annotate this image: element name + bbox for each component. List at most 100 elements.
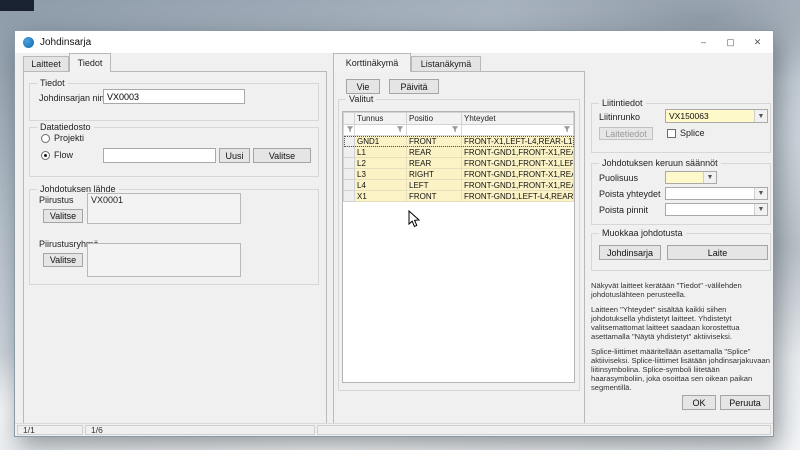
table-cell: FRONT-GND1,FRONT-X1,REAR-... <box>462 147 574 158</box>
filter-icon[interactable] <box>396 125 404 133</box>
info-text: Näkyvät laitteet kerätään "Tiedot" -väli… <box>591 281 772 398</box>
header-indicator-cell <box>344 113 355 125</box>
tab-korttinakyma[interactable]: Korttinäkymä <box>333 53 411 72</box>
drawing-label: Piirustus <box>39 195 74 205</box>
cancel-button[interactable]: Peruuta <box>720 395 770 410</box>
remove-connections-value <box>666 188 754 199</box>
column-header-tunnus[interactable]: Tunnus <box>355 113 407 125</box>
window-controls: – ▢ ✕ <box>690 31 771 53</box>
table-row[interactable]: GND1FRONTFRONT-X1,LEFT-L4,REAR-L1,R... <box>344 136 574 147</box>
table-cell: RIGHT <box>407 169 462 180</box>
table-cell: L4 <box>355 180 407 191</box>
table-row[interactable]: L3RIGHTFRONT-GND1,FRONT-X1,REAR-... <box>344 169 574 180</box>
column-header-positio[interactable]: Positio <box>407 113 462 125</box>
title-bar: Johdinsarja – ▢ ✕ <box>15 31 773 53</box>
drawing-group-value-box[interactable] <box>87 243 241 277</box>
remove-connections-combo[interactable]: ▼ <box>665 187 768 200</box>
table-cell: FRONT-GND1,LEFT-L4,REAR-L1... <box>462 191 574 202</box>
connector-body-value: VX150063 <box>666 110 754 122</box>
table-cell: FRONT-X1,LEFT-L4,REAR-L1,R... <box>462 136 574 147</box>
edit-device-button[interactable]: Laite <box>667 245 768 260</box>
row-indicator <box>344 136 355 147</box>
checkbox-icon <box>667 129 676 138</box>
remove-pins-value <box>666 204 754 215</box>
flow-file-input[interactable] <box>103 148 216 163</box>
table-cell: FRONT-GND1,FRONT-X1,REAR-... <box>462 180 574 191</box>
remove-pins-combo[interactable]: ▼ <box>665 203 768 216</box>
ok-button[interactable]: OK <box>682 395 716 410</box>
polarity-label: Puolisuus <box>599 173 638 183</box>
harness-name-label: Johdinsarjan nimi <box>39 93 109 103</box>
row-indicator <box>344 180 355 191</box>
status-bar: 1/1 1/6 <box>15 423 773 436</box>
filter-icon[interactable] <box>451 125 459 133</box>
table-row[interactable]: L4LEFTFRONT-GND1,FRONT-X1,REAR-... <box>344 180 574 191</box>
radio-projekti[interactable]: Projekti <box>41 133 84 143</box>
select-drawing-group-button[interactable]: Valitse <box>43 253 83 267</box>
chevron-down-icon: ▼ <box>754 110 767 122</box>
datatiedosto-group-title: Datatiedosto <box>37 122 94 132</box>
filter-icon[interactable] <box>563 125 571 133</box>
column-header-yhteydet[interactable]: Yhteydet <box>462 113 574 125</box>
polarity-combo[interactable]: ▼ <box>665 171 717 184</box>
remove-connections-label: Poista yhteydet <box>599 189 661 199</box>
export-button[interactable]: Vie <box>346 79 380 94</box>
device-grid: Tunnus Positio Yhteydet GND1FRONTFRONT-X… <box>342 111 575 383</box>
table-cell: FRONT-GND1,FRONT-X1,REAR-... <box>462 169 574 180</box>
splice-checkbox[interactable]: Splice <box>667 128 705 138</box>
tab-listanakyma[interactable]: Listanäkymä <box>411 56 481 71</box>
status-cell-middle: 1/6 <box>85 425 315 435</box>
chevron-down-icon: ▼ <box>703 172 716 183</box>
table-cell: FRONT-GND1,FRONT-X1,LEFT-... <box>462 158 574 169</box>
chevron-down-icon: ▼ <box>754 204 767 215</box>
filter-row <box>344 125 574 136</box>
refresh-button[interactable]: Päivitä <box>389 79 439 94</box>
connector-group-title: Liitintiedot <box>599 98 646 108</box>
row-indicator <box>344 158 355 169</box>
row-indicator <box>344 147 355 158</box>
device-table-body: GND1FRONTFRONT-X1,LEFT-L4,REAR-L1,R...L1… <box>344 136 574 202</box>
remove-pins-label: Poista pinnit <box>599 205 648 215</box>
table-row[interactable]: L1REARFRONT-GND1,FRONT-X1,REAR-... <box>344 147 574 158</box>
radio-flow[interactable]: Flow <box>41 150 73 160</box>
radio-checked-icon <box>41 151 50 160</box>
close-icon[interactable]: ✕ <box>744 31 771 53</box>
device-info-button[interactable]: Laitetiedot <box>599 127 653 140</box>
filter-icon[interactable] <box>346 125 354 133</box>
connector-body-label: Liitinrunko <box>599 112 640 122</box>
edit-group-title: Muokkaa johdotusta <box>599 228 686 238</box>
connector-body-combo[interactable]: VX150063 ▼ <box>665 109 768 123</box>
table-cell: X1 <box>355 191 407 202</box>
info-paragraph: Näkyvät laitteet kerätään "Tiedot" -väli… <box>591 281 772 299</box>
table-cell: L2 <box>355 158 407 169</box>
table-row[interactable]: L2REARFRONT-GND1,FRONT-X1,LEFT-... <box>344 158 574 169</box>
table-row[interactable]: X1FRONTFRONT-GND1,LEFT-L4,REAR-L1... <box>344 191 574 202</box>
radio-icon <box>41 134 50 143</box>
app-icon <box>23 37 34 48</box>
harness-name-input[interactable] <box>103 89 245 104</box>
tiedot-group-title: Tiedot <box>37 78 68 88</box>
row-indicator <box>344 191 355 202</box>
table-header-row: Tunnus Positio Yhteydet <box>344 113 574 125</box>
table-cell: REAR <box>407 158 462 169</box>
chevron-down-icon: ▼ <box>754 188 767 199</box>
table-cell: REAR <box>407 147 462 158</box>
select-file-button[interactable]: Valitse <box>253 148 311 163</box>
radio-flow-label: Flow <box>54 150 73 160</box>
status-cell-left: 1/1 <box>17 425 83 435</box>
polarity-value <box>666 172 703 183</box>
maximize-icon[interactable]: ▢ <box>717 31 744 53</box>
rules-group-title: Johdotuksen keruun säännöt <box>599 158 721 168</box>
tab-tiedot[interactable]: Tiedot <box>69 53 111 72</box>
table-cell: FRONT <box>407 136 462 147</box>
info-paragraph: Laitteen "Yhteydet" sisältää kaikki siih… <box>591 305 772 341</box>
table-cell: FRONT <box>407 191 462 202</box>
johdinsarja-dialog: Johdinsarja – ▢ ✕ Laitteet Tiedot Tiedot… <box>14 30 774 437</box>
edit-harness-button[interactable]: Johdinsarja <box>599 245 661 260</box>
minimize-icon[interactable]: – <box>690 31 717 53</box>
tab-laitteet[interactable]: Laitteet <box>23 56 69 71</box>
new-button[interactable]: Uusi <box>219 148 250 163</box>
drawing-value-box[interactable]: VX0001 <box>87 193 241 224</box>
background-artifact <box>0 0 34 11</box>
select-drawing-button[interactable]: Valitse <box>43 209 83 223</box>
